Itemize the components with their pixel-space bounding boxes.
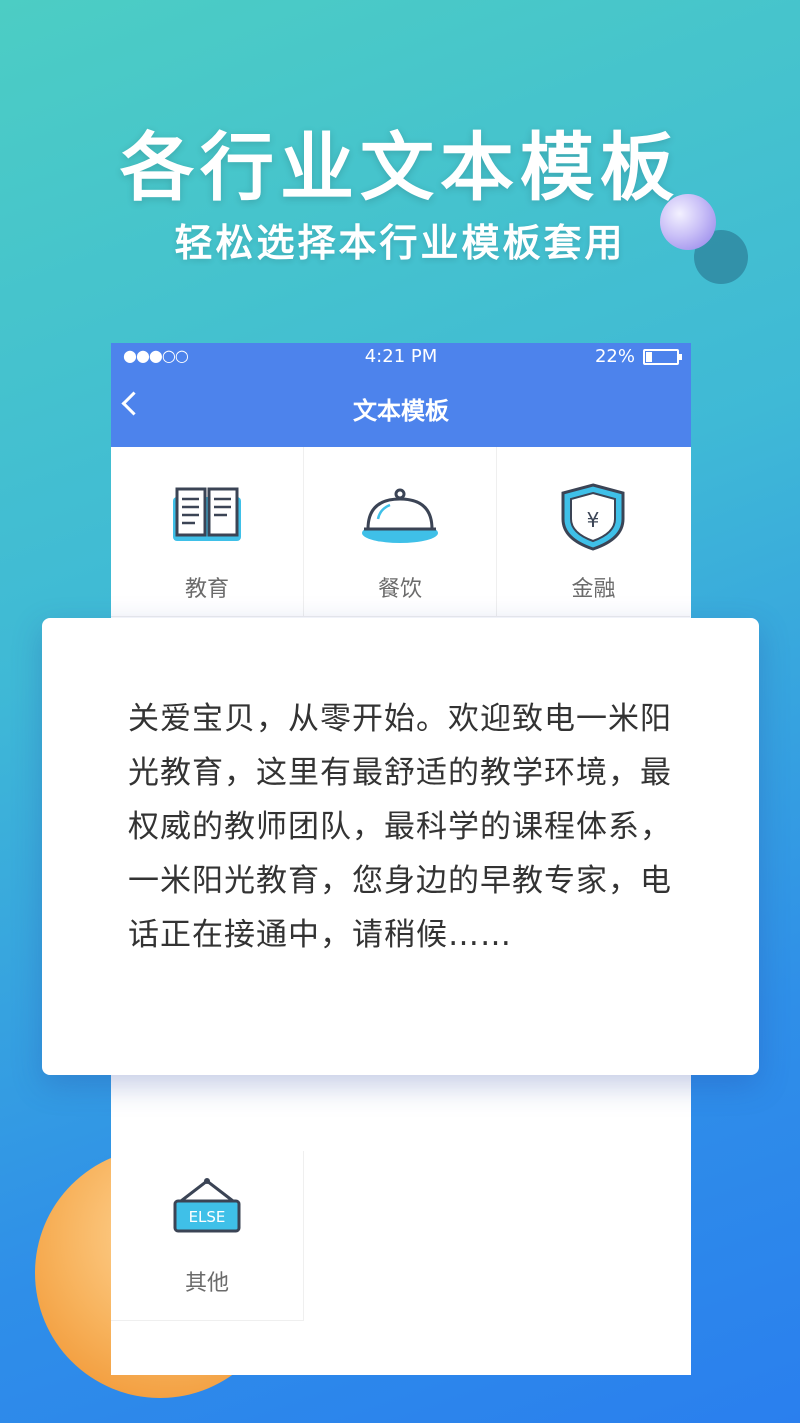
category-label: 金融: [571, 577, 616, 602]
status-bar: ●●●○○ 4:21 PM 22%: [111, 343, 691, 373]
yuan-shield-icon: ¥: [561, 483, 625, 551]
book-icon: [173, 487, 241, 541]
battery-status: 22%: [594, 346, 682, 367]
category-finance[interactable]: ¥ 金融: [497, 447, 690, 617]
yuan-symbol: ¥: [587, 508, 600, 532]
else-text: ELSE: [189, 1208, 226, 1226]
app-header: ●●●○○ 4:21 PM 22% 文本模板: [111, 343, 691, 447]
category-label: 其他: [184, 1271, 229, 1296]
else-sign-icon: ELSE: [173, 1178, 241, 1233]
category-label: 餐饮: [377, 577, 422, 602]
category-education[interactable]: 教育: [111, 447, 304, 617]
nav-title: 文本模板: [353, 397, 449, 425]
template-card[interactable]: 关爱宝贝，从零开始。欢迎致电一米阳光教育，这里有最舒适的教学环境，最权威的教师团…: [42, 618, 759, 1075]
category-catering[interactable]: 餐饮: [304, 447, 497, 617]
category-label: 教育: [184, 577, 229, 602]
battery-icon: [643, 348, 682, 365]
decor-orb: [660, 194, 716, 250]
category-other[interactable]: ELSE 其他: [111, 1151, 304, 1321]
template-text: 关爱宝贝，从零开始。欢迎致电一米阳光教育，这里有最舒适的教学环境，最权威的教师团…: [128, 701, 672, 953]
food-cloche-icon: [362, 488, 438, 543]
battery-percent: 22%: [594, 346, 635, 367]
